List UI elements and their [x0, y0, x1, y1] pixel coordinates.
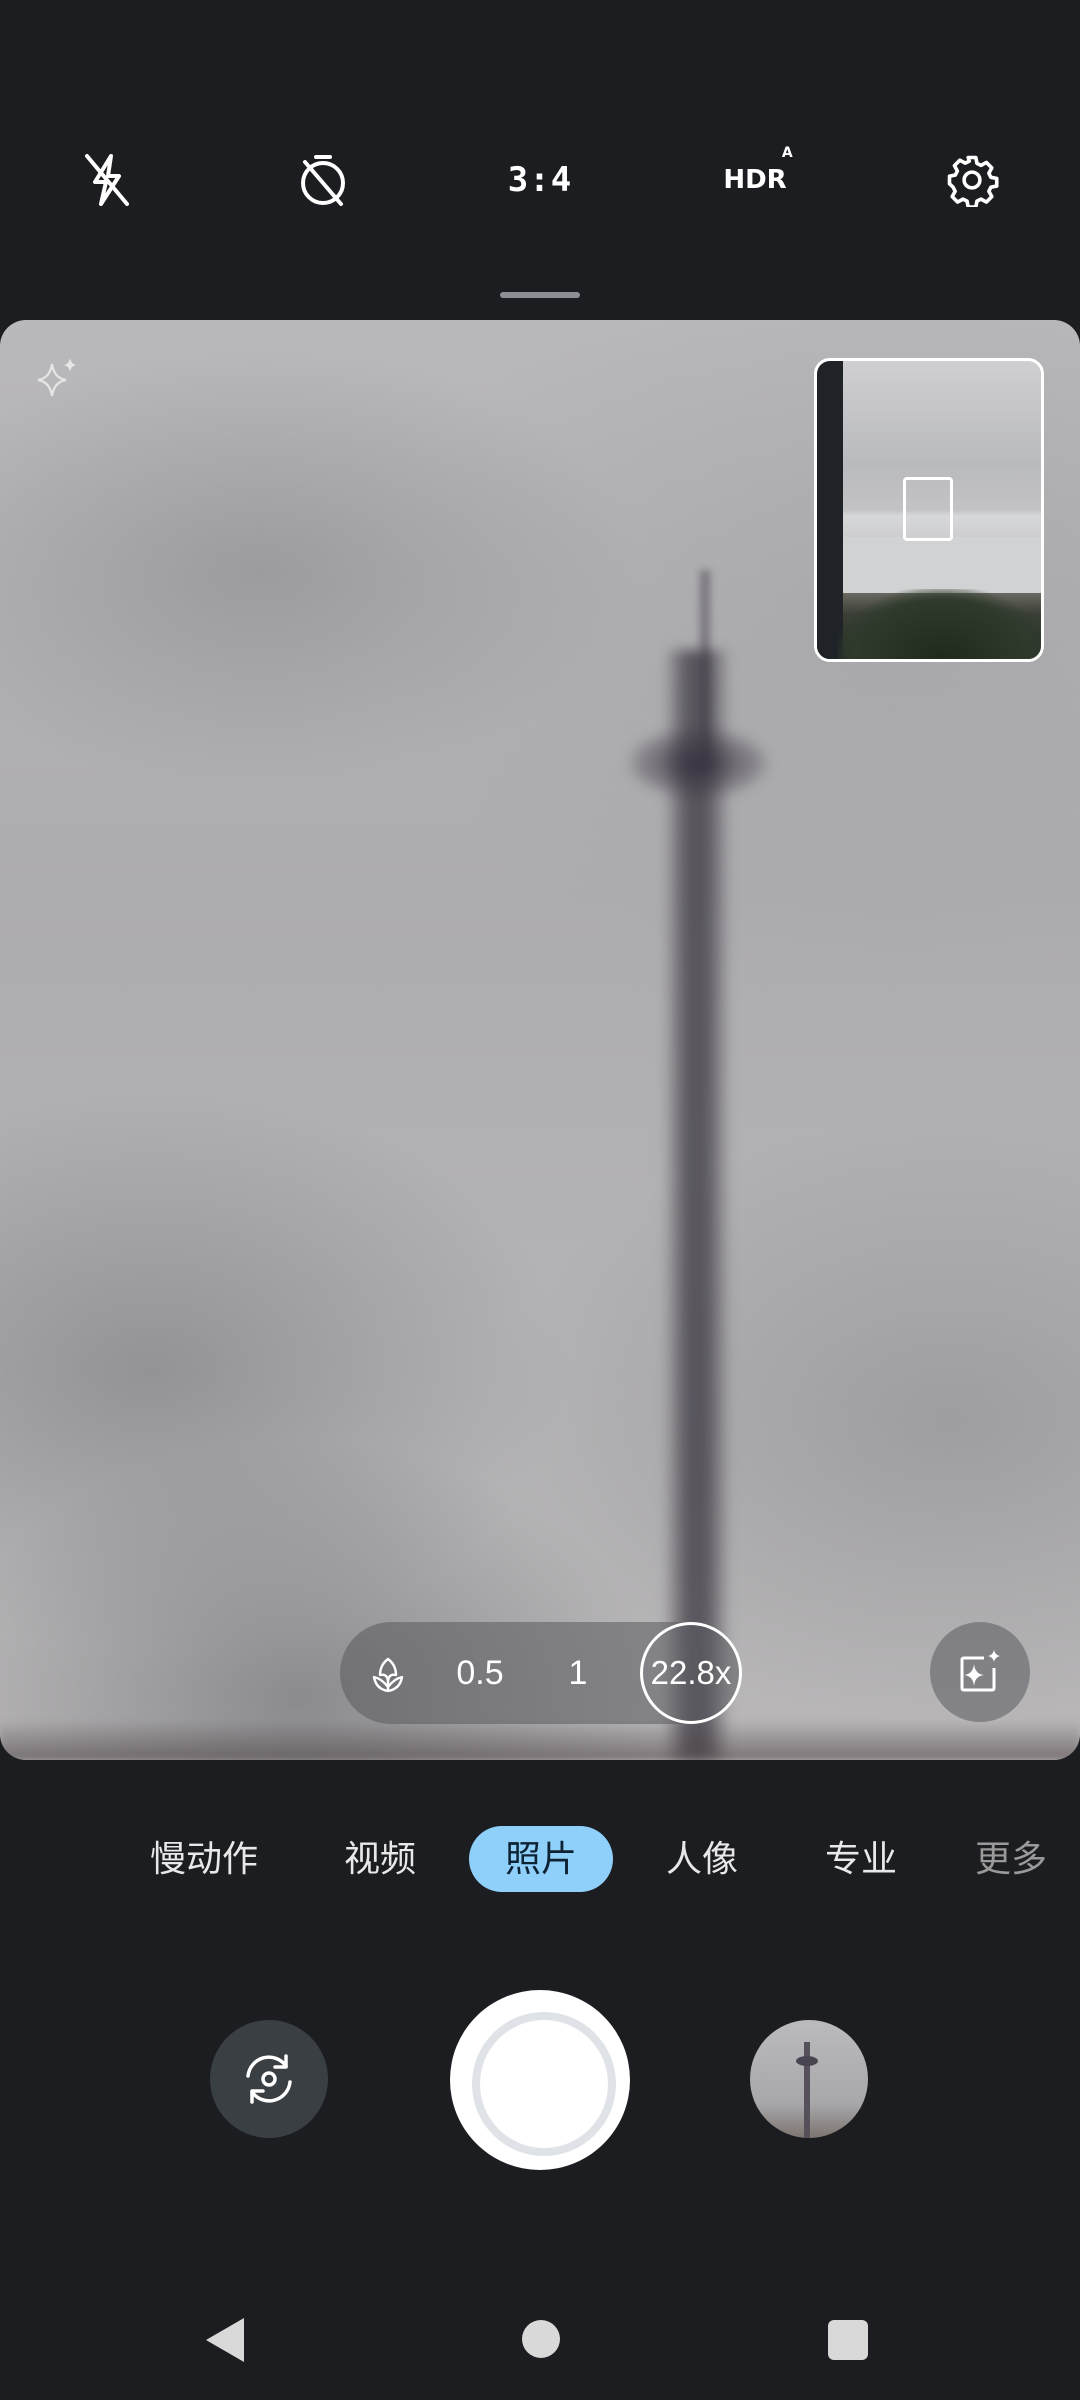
back-icon[interactable]	[206, 2318, 244, 2362]
hdr-label: HDR A	[723, 145, 792, 195]
hdr-text: HDR	[723, 165, 787, 195]
sparkle-icon[interactable]	[36, 356, 80, 405]
hdr-auto-badge: A	[781, 145, 793, 161]
mode-pro[interactable]: 专业	[825, 1826, 897, 1892]
zoom-current-button[interactable]: 22.8x	[640, 1622, 742, 1724]
flash-off-icon[interactable]	[72, 150, 142, 210]
minimap-wall	[843, 537, 1041, 593]
camera-mode-selector: 慢动作 视频 照片 人像 专业 更多	[0, 1826, 1080, 1892]
shutter-button[interactable]	[450, 1990, 630, 2170]
ground-edge	[0, 1720, 1080, 1760]
zoom-1-button[interactable]: 1	[538, 1622, 618, 1724]
shutter-inner-ring	[472, 2012, 616, 2156]
recent-apps-icon[interactable]	[828, 2320, 868, 2360]
mode-photo[interactable]: 照片	[469, 1826, 614, 1892]
top-toolbar: 3:4 HDR A	[0, 0, 1080, 320]
timer-off-icon[interactable]	[288, 150, 358, 210]
mode-slow-motion[interactable]: 慢动作	[150, 1826, 258, 1892]
minimap-trees	[837, 589, 1041, 659]
tower-mast	[666, 650, 728, 1760]
tower-head	[628, 728, 768, 798]
switch-camera-button[interactable]	[210, 2020, 328, 2138]
zoom-0.5-button[interactable]: 0.5	[440, 1622, 520, 1724]
home-icon[interactable]	[522, 2320, 560, 2358]
hdr-button[interactable]: HDR A	[720, 145, 792, 210]
zoom-preview-map	[814, 358, 1044, 662]
ai-photo-icon[interactable]	[930, 1622, 1030, 1722]
system-navigation-bar	[0, 2300, 1080, 2380]
gallery-thumbnail[interactable]	[750, 2020, 868, 2138]
mode-video[interactable]: 视频	[344, 1826, 416, 1892]
thumbnail-tower-head	[796, 2056, 818, 2066]
tulip-icon[interactable]	[358, 1622, 418, 1724]
camera-switch-icon	[246, 2054, 292, 2104]
gear-icon[interactable]	[937, 150, 1007, 210]
aspect-ratio-button[interactable]: 3:4	[505, 150, 575, 210]
zoom-region-frame	[903, 477, 953, 541]
mode-more[interactable]: 更多	[975, 1826, 1047, 1892]
mode-portrait[interactable]: 人像	[666, 1826, 738, 1892]
drawer-handle[interactable]	[500, 292, 580, 298]
zoom-selector: 0.5 1 22.8x	[340, 1622, 742, 1724]
